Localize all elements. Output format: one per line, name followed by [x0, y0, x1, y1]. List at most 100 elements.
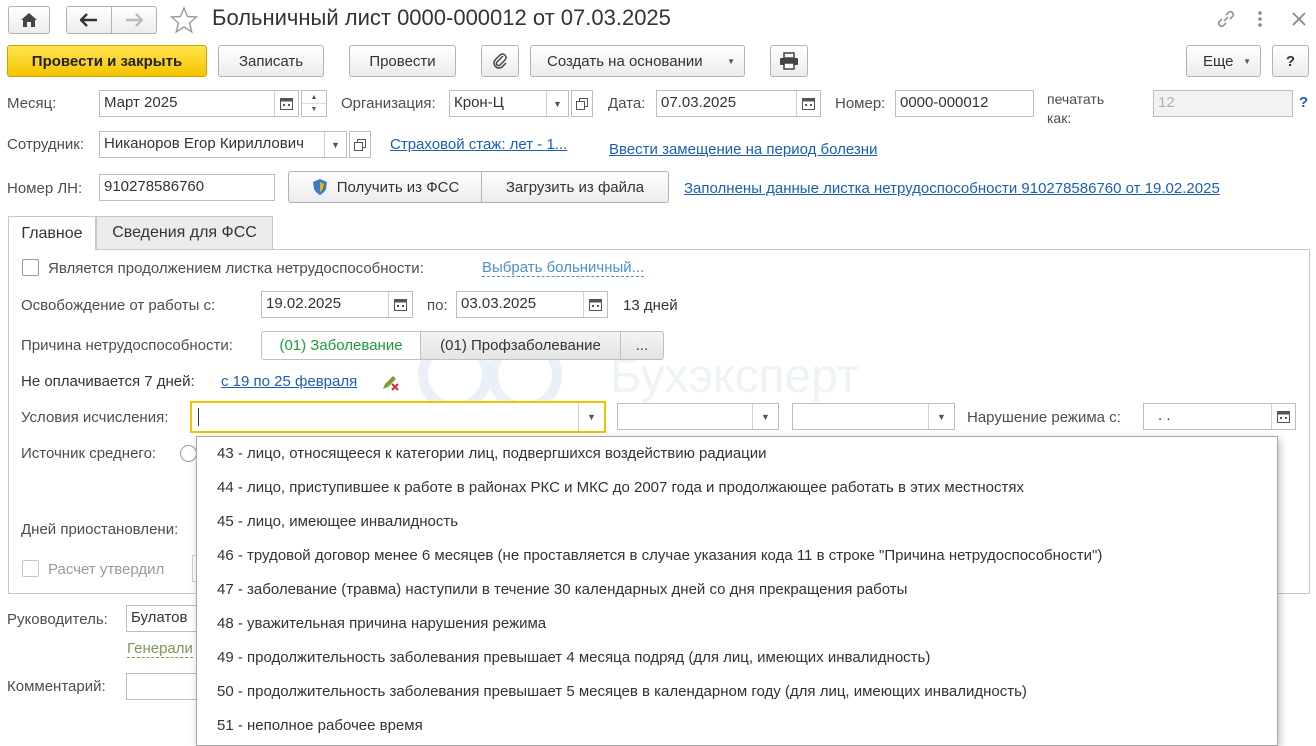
post-and-close-button[interactable]: Провести и закрыть [7, 45, 207, 77]
release-from-value: 19.02.2025 [266, 295, 342, 312]
list-item[interactable]: 49 - продолжительность заболевания превы… [197, 641, 1277, 675]
chevron-down-icon: ▼ [727, 56, 735, 66]
organization-value: Крон-Ц [454, 94, 504, 111]
list-item[interactable]: 46 - трудовой договор менее 6 месяцев (н… [197, 539, 1277, 573]
list-item[interactable]: 44 - лицо, приступившее к работе в район… [197, 471, 1277, 505]
manager-position: Генерали [127, 640, 193, 658]
calendar-icon[interactable] [274, 91, 298, 116]
employee-field[interactable]: Никаноров Егор Кириллович ▼ [99, 131, 347, 158]
dropdown-arrow-icon[interactable]: ▼ [324, 132, 346, 157]
date-field[interactable]: 07.03.2025 [656, 90, 821, 117]
manager-field[interactable]: Булатов [126, 605, 202, 632]
continuation-checkbox[interactable] [22, 259, 39, 276]
open-window-icon [354, 138, 366, 151]
violation-date-field[interactable]: . . [1143, 403, 1296, 430]
more-vertical-icon[interactable] [1254, 8, 1266, 30]
load-from-file-button[interactable]: Загрузить из файла [481, 171, 669, 203]
average-source-label: Источник среднего: [21, 445, 157, 462]
date-value: 07.03.2025 [661, 94, 737, 111]
dropdown-arrow-icon[interactable]: ▼ [578, 403, 604, 431]
comment-label: Комментарий: [7, 678, 106, 695]
printer-icon [780, 52, 798, 70]
dropdown-arrow-icon[interactable]: ▼ [928, 404, 954, 429]
link-icon[interactable] [1215, 8, 1237, 30]
employee-value: Никаноров Егор Кириллович [104, 135, 304, 152]
open-employee-button[interactable] [349, 131, 371, 158]
create-based-on-button[interactable]: Создать на основании ▼ [530, 45, 745, 77]
list-item[interactable]: 43 - лицо, относящееся к категории лиц, … [197, 437, 1277, 471]
get-from-fss-label: Получить из ФСС [336, 178, 460, 196]
reason-more-button[interactable]: ... [620, 331, 664, 360]
list-item[interactable]: 45 - лицо, имеющее инвалидность [197, 505, 1277, 539]
calendar-icon[interactable] [388, 292, 412, 317]
continuation-label: Является продолжением листка нетрудоспос… [48, 260, 424, 277]
release-to-field[interactable]: 03.03.2025 [456, 291, 608, 318]
tab-fss-info[interactable]: Сведения для ФСС [96, 216, 273, 249]
save-button[interactable]: Записать [218, 45, 324, 77]
list-item[interactable]: 50 - продолжительность заболевания превы… [197, 675, 1277, 709]
not-paid-period-link[interactable]: с 19 по 25 февраля [221, 373, 357, 390]
conditions-dropdown-list: 43 - лицо, относящееся к категории лиц, … [196, 436, 1278, 746]
calendar-icon[interactable] [1271, 404, 1295, 429]
month-field[interactable]: Март 2025 [99, 90, 299, 117]
reason-occupational-option[interactable]: (01) Профзаболевание [420, 331, 621, 360]
comment-field[interactable] [126, 673, 202, 700]
close-icon[interactable] [1289, 9, 1309, 29]
edit-pencil-icon[interactable] [380, 372, 400, 392]
print-as-label-line1: печатать [1047, 91, 1105, 107]
ln-number-field[interactable]: 910278586760 [99, 174, 275, 201]
choose-sick-leave-link[interactable]: Выбрать больничный... [482, 260, 645, 277]
print-as-value: 12 [1158, 94, 1175, 111]
dropdown-arrow-icon[interactable]: ▼ [546, 91, 568, 116]
help-button[interactable]: ? [1272, 45, 1309, 77]
help-question-link[interactable]: ? [1299, 94, 1308, 111]
reason-label: Причина нетрудоспособности: [21, 337, 233, 354]
list-item[interactable]: 48 - уважительная причина нарушения режи… [197, 607, 1277, 641]
step-up-icon[interactable]: ▲ [302, 91, 326, 104]
post-button[interactable]: Провести [349, 45, 456, 77]
release-to-label: по: [427, 297, 448, 314]
step-down-icon[interactable]: ▼ [302, 104, 326, 116]
dropdown-arrow-icon[interactable]: ▼ [752, 404, 778, 429]
window-title: Больничный лист 0000-000012 от 07.03.202… [212, 5, 671, 30]
month-value: Март 2025 [104, 94, 178, 111]
print-as-label-line2: как: [1047, 110, 1072, 126]
manager-label: Руководитель: [7, 611, 108, 628]
organization-label: Организация: [341, 95, 436, 112]
open-window-icon [576, 97, 588, 110]
more-button[interactable]: Еще ▼ [1186, 45, 1261, 77]
release-from-field[interactable]: 19.02.2025 [261, 291, 413, 318]
calendar-icon[interactable] [796, 91, 820, 116]
print-button[interactable] [770, 45, 808, 77]
get-from-fss-button[interactable]: Получить из ФСС [288, 171, 482, 203]
days-count: 13 дней [623, 297, 678, 314]
conditions-field-2[interactable]: ▼ [617, 403, 779, 430]
conditions-field[interactable]: ▼ [190, 401, 606, 433]
list-item[interactable]: 47 - заболевание (травма) наступили в те… [197, 573, 1277, 607]
back-button[interactable] [66, 6, 112, 34]
forward-button[interactable] [111, 6, 157, 34]
ln-number-value: 910278586760 [104, 178, 205, 195]
attach-button[interactable] [481, 45, 519, 77]
month-stepper[interactable]: ▲ ▼ [301, 90, 327, 117]
print-as-field: 12 [1153, 90, 1293, 117]
reason-disease-option[interactable]: (01) Заболевание [261, 331, 421, 360]
organization-field[interactable]: Крон-Ц ▼ [449, 90, 569, 117]
number-field[interactable]: 0000-000012 [895, 90, 1034, 117]
favorite-star-icon[interactable] [169, 6, 199, 34]
create-based-on-label: Создать на основании [547, 52, 703, 70]
home-button[interactable] [8, 6, 50, 34]
open-organization-button[interactable] [571, 90, 593, 117]
filled-data-link[interactable]: Заполнены данные листка нетрудоспособнос… [684, 180, 1220, 197]
conditions-field-3[interactable]: ▼ [792, 403, 955, 430]
approved-checkbox[interactable] [22, 560, 39, 577]
insurance-experience-link[interactable]: Страховой стаж: лет - 1... [390, 136, 567, 153]
approved-label: Расчет утвердил [48, 561, 165, 578]
suspension-days-label: Дней приостановлени: [21, 521, 179, 538]
average-source-radio[interactable] [180, 445, 197, 462]
replacement-link[interactable]: Ввести замещение на период болезни [609, 141, 877, 158]
number-value: 0000-000012 [900, 94, 989, 111]
calendar-icon[interactable] [583, 292, 607, 317]
tab-main[interactable]: Главное [8, 216, 96, 250]
number-label: Номер: [835, 95, 886, 112]
